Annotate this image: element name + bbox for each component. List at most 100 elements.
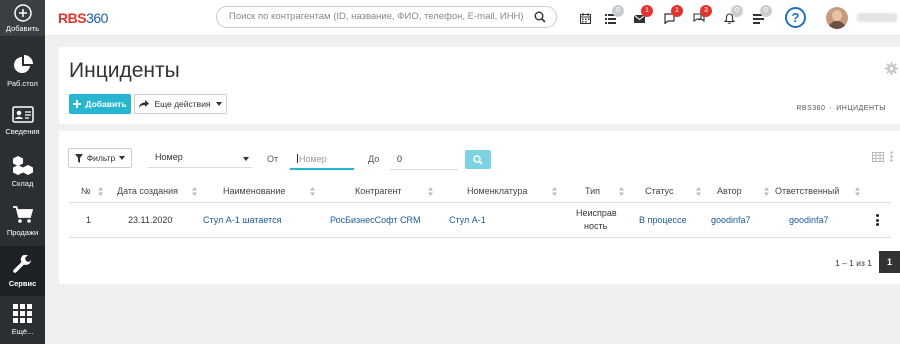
boxes-icon	[12, 155, 33, 175]
sidebar-item-label: Ещё...	[11, 327, 34, 336]
calendar-button[interactable]	[580, 11, 596, 27]
id-card-icon	[11, 106, 34, 123]
logo-rbs: RBS	[58, 10, 87, 26]
incidents-panel: Фильтр Номер От Номер До 0 № Дата создан…	[59, 131, 900, 284]
column-header-responsible[interactable]: Ответственный	[775, 186, 839, 196]
table-columns-icon[interactable]	[872, 151, 884, 162]
column-header-name[interactable]: Наименование	[223, 186, 285, 196]
sidebar-add-label: Добавить	[5, 23, 40, 33]
chat-button[interactable]: 1	[664, 5, 683, 27]
more-actions-label: Еще действия	[154, 99, 211, 109]
sort-icon[interactable]	[855, 187, 860, 196]
search-input[interactable]	[229, 11, 529, 22]
global-search	[216, 6, 557, 28]
from-label: От	[267, 154, 279, 164]
username-blurred[interactable]	[857, 13, 897, 22]
news-button[interactable]: 0	[753, 5, 772, 27]
avatar[interactable]	[826, 7, 848, 29]
gear-icon[interactable]	[885, 62, 898, 75]
add-button[interactable]: Добавить	[69, 94, 131, 114]
chevron-down-icon	[119, 156, 126, 160]
help-button[interactable]: ?	[785, 7, 806, 28]
chat-badge: 1	[671, 5, 683, 17]
sidebar-item-label: Сервис	[8, 278, 37, 288]
sidebar-item-label: Сведения	[5, 127, 40, 136]
column-header-author[interactable]: Автор	[717, 186, 742, 196]
dot	[876, 218, 879, 222]
more-vertical-icon[interactable]	[890, 151, 893, 162]
sort-icon[interactable]	[619, 187, 624, 196]
add-button-label: Добавить	[85, 99, 127, 109]
from-input[interactable]: Номер	[290, 149, 354, 170]
sort-icon[interactable]	[696, 187, 701, 196]
cell-counterparty-link[interactable]: РосБизнесСофт CRM	[330, 215, 420, 225]
sort-icon[interactable]	[428, 187, 433, 196]
breadcrumb-separator: ›	[829, 105, 833, 112]
funnel-icon	[74, 153, 83, 163]
text-cursor	[297, 154, 298, 163]
breadcrumb-item-home[interactable]: RBS360	[796, 105, 825, 112]
table-row[interactable]: 1 23.11.2020 Стул А-1 шатается РосБизнес…	[69, 203, 891, 238]
filter-button-label: Фильтр	[86, 153, 116, 163]
sort-icon[interactable]	[764, 187, 769, 196]
plus-icon	[73, 100, 82, 108]
more-actions-button[interactable]: Еще действия	[134, 94, 227, 114]
share-arrow-icon	[139, 100, 150, 108]
filter-search-button[interactable]	[465, 150, 491, 169]
news-badge: 0	[760, 5, 772, 17]
cell-date: 23.11.2020	[128, 215, 173, 225]
page-title: Инциденты	[69, 59, 180, 82]
sidebar-item-service[interactable]: Сервис	[0, 246, 45, 296]
comments-button[interactable]: 3	[693, 5, 712, 27]
sidebar-item-label: Продажи	[6, 227, 39, 237]
cell-name-link[interactable]: Стул А-1 шатается	[203, 215, 281, 225]
cell-responsible-link[interactable]: goodinfa7	[789, 215, 829, 225]
column-header-status[interactable]: Статус	[645, 186, 673, 196]
cell-number: 1	[86, 215, 92, 225]
sidebar-item-label: Склад	[11, 178, 34, 188]
to-label: До	[368, 154, 380, 164]
cart-icon	[12, 205, 33, 223]
pagination-range: 1 – 1 из 1	[835, 258, 873, 268]
sidebar-item-warehouse[interactable]: Склад	[0, 146, 45, 196]
sidebar-item-label: Раб.стол	[7, 78, 38, 88]
sort-icon[interactable]	[98, 187, 103, 196]
column-header-type[interactable]: Тип	[585, 186, 600, 196]
topbar: RBS360 0 1 1 3 0 0 ?	[45, 0, 900, 36]
dot	[876, 214, 879, 217]
cell-author-link[interactable]: goodinfa7	[711, 215, 751, 225]
row-actions-menu[interactable]	[876, 214, 879, 228]
sidebar-item-info[interactable]: Сведения	[0, 96, 45, 146]
to-value: 0	[397, 154, 403, 164]
tasks-button[interactable]: 0	[605, 5, 624, 27]
filter-field-select[interactable]: Номер	[147, 149, 253, 168]
sort-icon[interactable]	[552, 187, 557, 196]
sidebar-add-button[interactable]: Добавить	[0, 0, 45, 36]
pie-chart-icon	[13, 54, 33, 73]
sort-icon[interactable]	[310, 187, 315, 196]
mail-button[interactable]: 1	[633, 5, 653, 27]
search-icon[interactable]	[534, 11, 546, 23]
sidebar-item-sales[interactable]: Продажи	[0, 196, 45, 246]
filter-button[interactable]: Фильтр	[68, 148, 132, 168]
sidebar-item-desktop[interactable]: Раб.стол	[0, 46, 45, 96]
page-header: Инциденты Добавить Еще действия RBS360 ›…	[59, 47, 900, 124]
cell-type-line2: ность	[584, 221, 608, 231]
sort-icon[interactable]	[192, 187, 197, 196]
cell-status: В процессе	[639, 215, 687, 225]
column-header-counterparty[interactable]: Контрагент	[355, 186, 402, 196]
dot	[876, 223, 879, 226]
logo[interactable]: RBS360	[58, 10, 108, 26]
column-header-number[interactable]: №	[81, 186, 91, 196]
notifications-button[interactable]: 0	[723, 5, 743, 27]
breadcrumb: RBS360 › ИНЦИДЕНТЫ	[796, 105, 886, 112]
pagination-page-1[interactable]: 1	[879, 251, 900, 273]
column-header-nomenclature[interactable]: Номенклатура	[467, 186, 527, 196]
sidebar: Добавить Раб.стол Сведения Склад Продажи…	[0, 0, 45, 344]
column-header-date[interactable]: Дата создания	[117, 186, 178, 196]
sidebar-item-more[interactable]: Ещё...	[0, 296, 45, 344]
cell-nomenclature-link[interactable]: Стул А-1	[449, 215, 486, 225]
tasks-badge: 0	[612, 5, 624, 17]
to-input[interactable]: 0	[390, 149, 458, 170]
cell-type-line1: Неисправ	[576, 208, 617, 218]
